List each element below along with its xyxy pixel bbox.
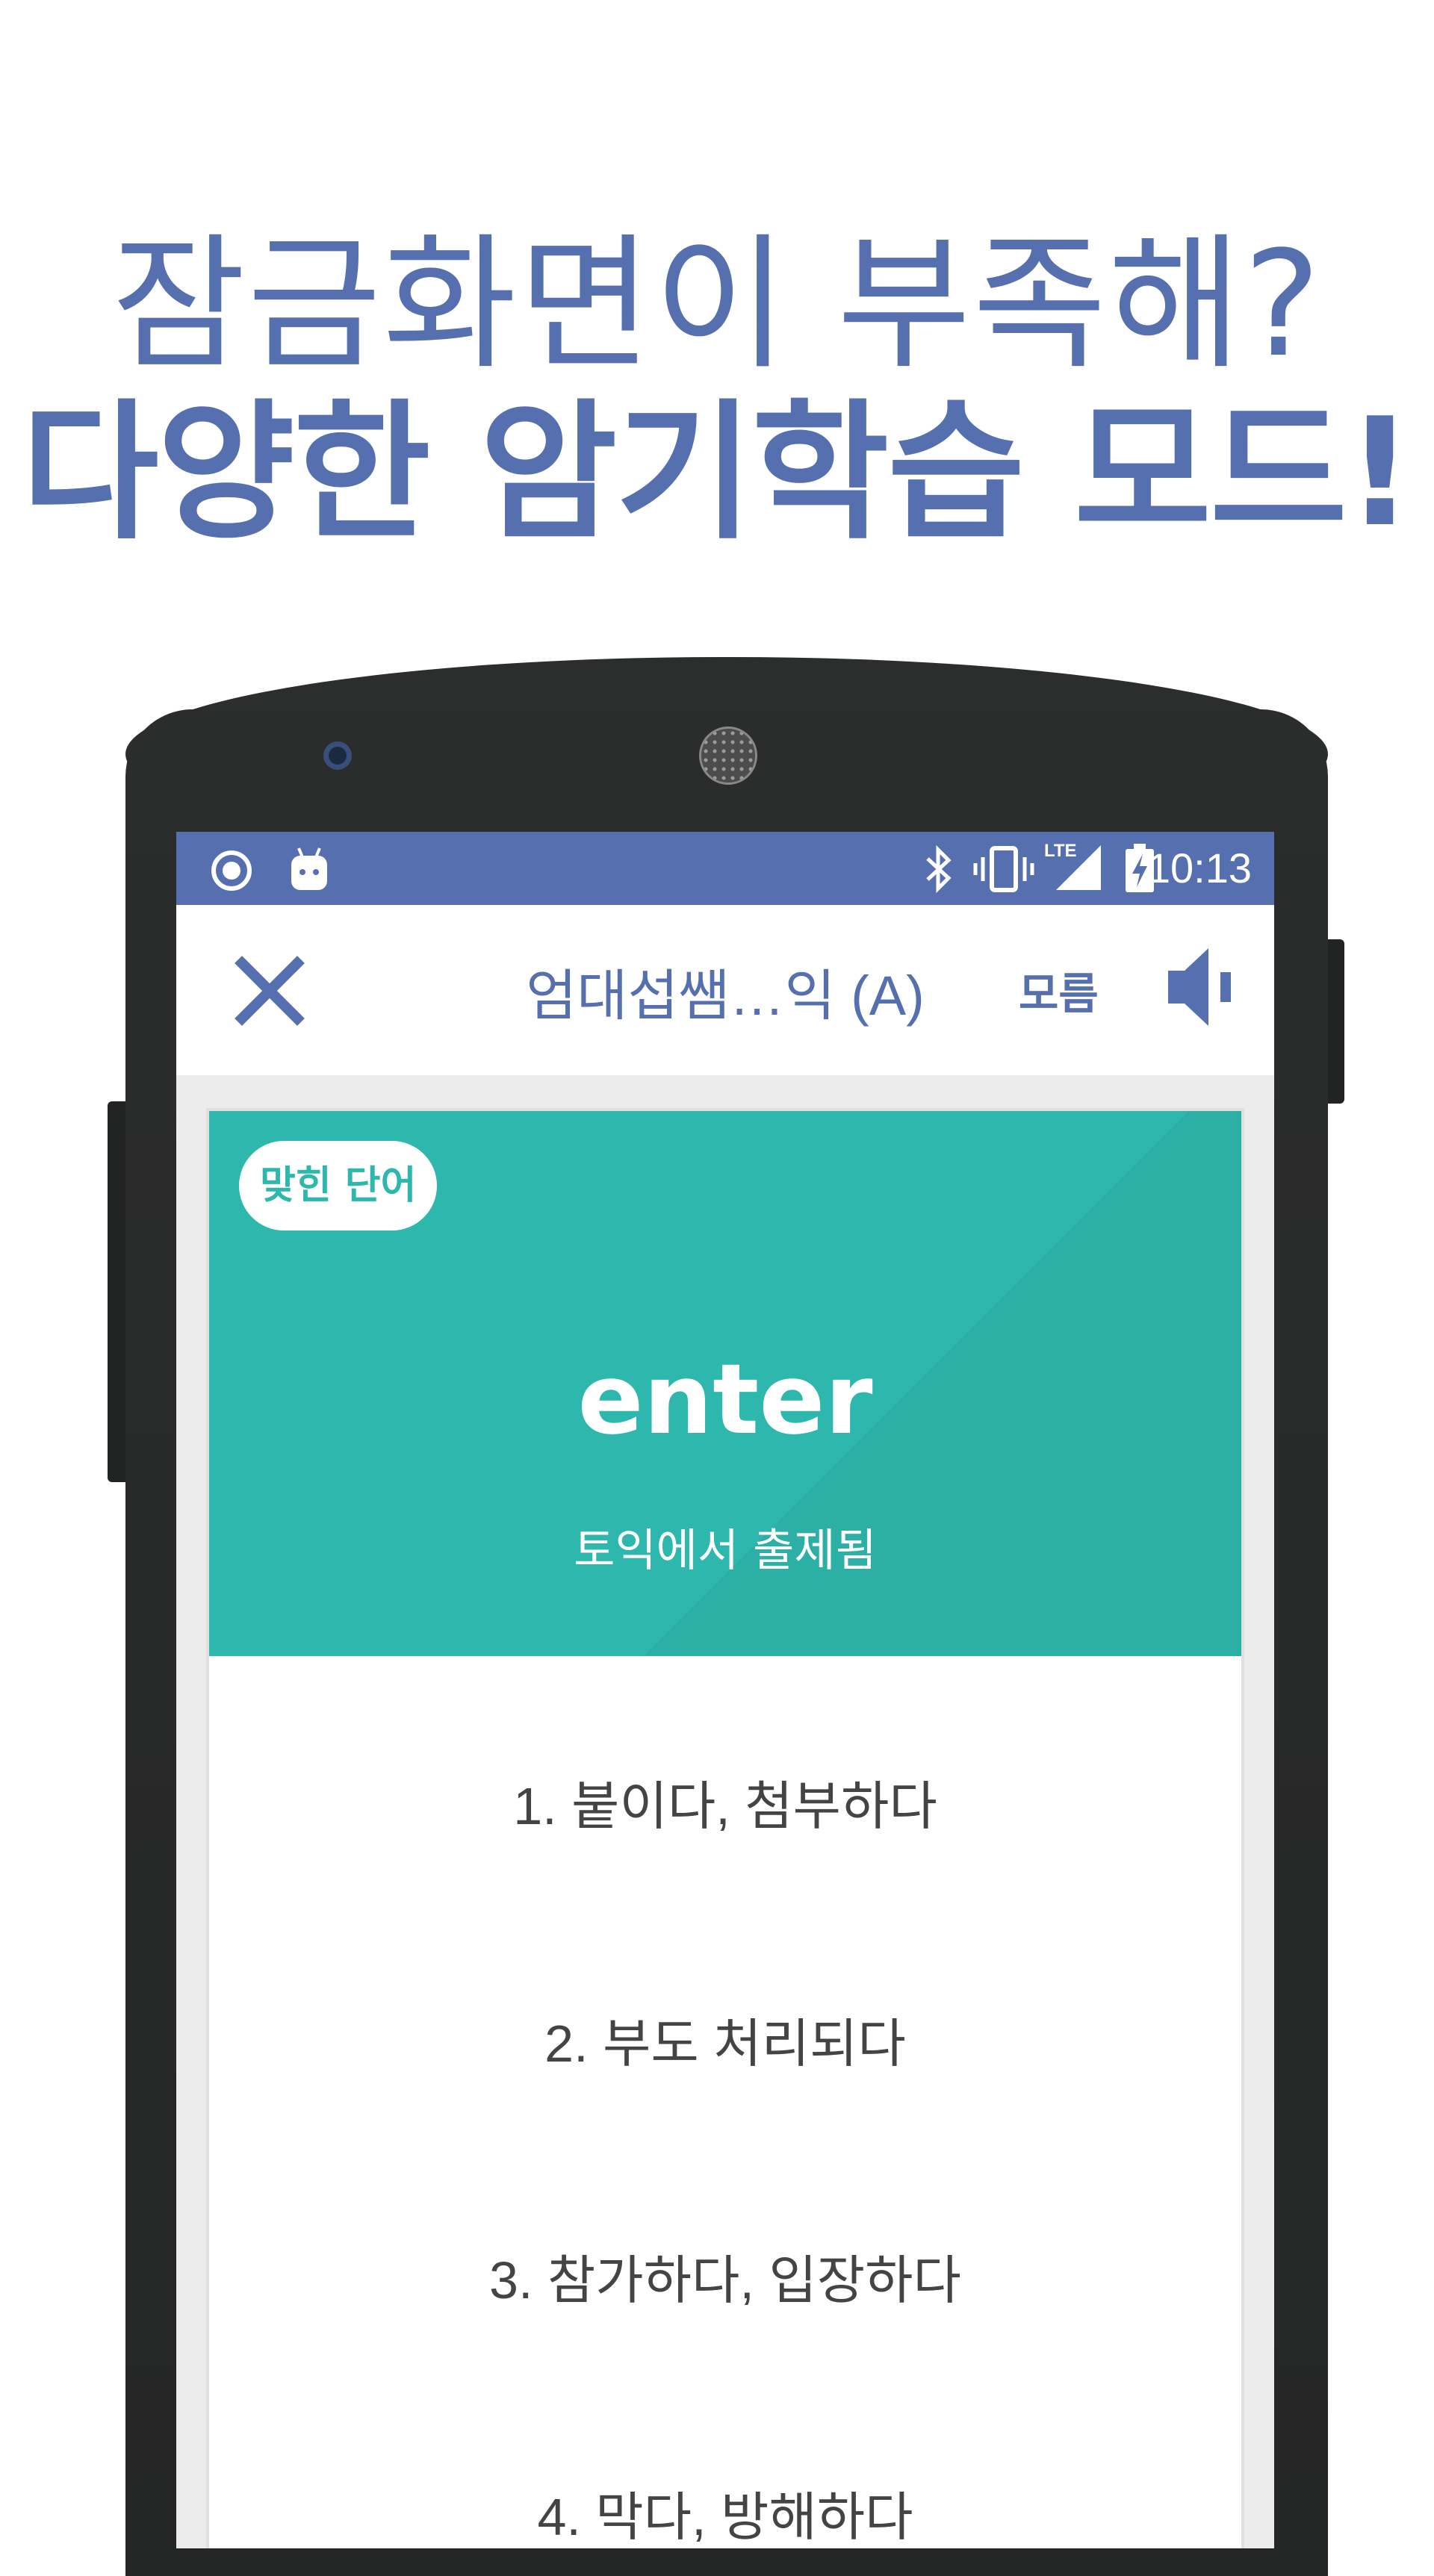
app-bar: 엄대섭쌤…익 (A) 모름 bbox=[176, 905, 1274, 1075]
lte-label: LTE bbox=[1044, 841, 1077, 861]
answer-option-3[interactable]: 3. 참가하다, 입장하다 bbox=[209, 2239, 1241, 2314]
status-bar: LTE 10:13 bbox=[176, 832, 1274, 905]
phone-screen: LTE 10:13 엄대섭쌤…익 (A) 모름 맞힌 단어 enter 토익에서… bbox=[176, 832, 1274, 2548]
android-icon bbox=[291, 847, 327, 890]
speaker-icon[interactable] bbox=[1162, 942, 1244, 1032]
deck-title: 엄대섭쌤…익 (A) bbox=[526, 965, 925, 1027]
answer-option-2[interactable]: 2. 부도 처리되다 bbox=[209, 2002, 1241, 2077]
power-button bbox=[1326, 939, 1344, 1104]
headline-line-2: 다양한 암기학습 모드! bbox=[21, 386, 1414, 560]
dont-know-button[interactable]: 모름 bbox=[1019, 959, 1099, 1021]
vibrate-icon bbox=[973, 846, 1034, 892]
circle-app-icon bbox=[211, 850, 252, 891]
front-camera-icon bbox=[323, 741, 352, 770]
bluetooth-icon bbox=[926, 845, 952, 893]
word-note: 토익에서 출제됨 bbox=[574, 1525, 877, 1577]
quiz-card: 맞힌 단어 enter 토익에서 출제됨 1. 붙이다, 첨부하다 2. 부도 … bbox=[209, 1111, 1241, 2548]
answer-option-1[interactable]: 1. 붙이다, 첨부하다 bbox=[209, 1764, 1241, 1840]
earpiece-speaker-icon bbox=[699, 727, 757, 785]
lte-signal-icon: LTE bbox=[1044, 841, 1104, 893]
card-header: 맞힌 단어 enter 토익에서 출제됨 bbox=[209, 1111, 1241, 1656]
answer-option-4[interactable]: 4. 막다, 방해하다 bbox=[209, 2475, 1241, 2548]
quiz-word: enter bbox=[577, 1343, 873, 1456]
correct-word-badge: 맞힌 단어 bbox=[239, 1141, 438, 1231]
status-time: 10:13 bbox=[1146, 844, 1252, 892]
volume-button bbox=[108, 1101, 127, 1482]
